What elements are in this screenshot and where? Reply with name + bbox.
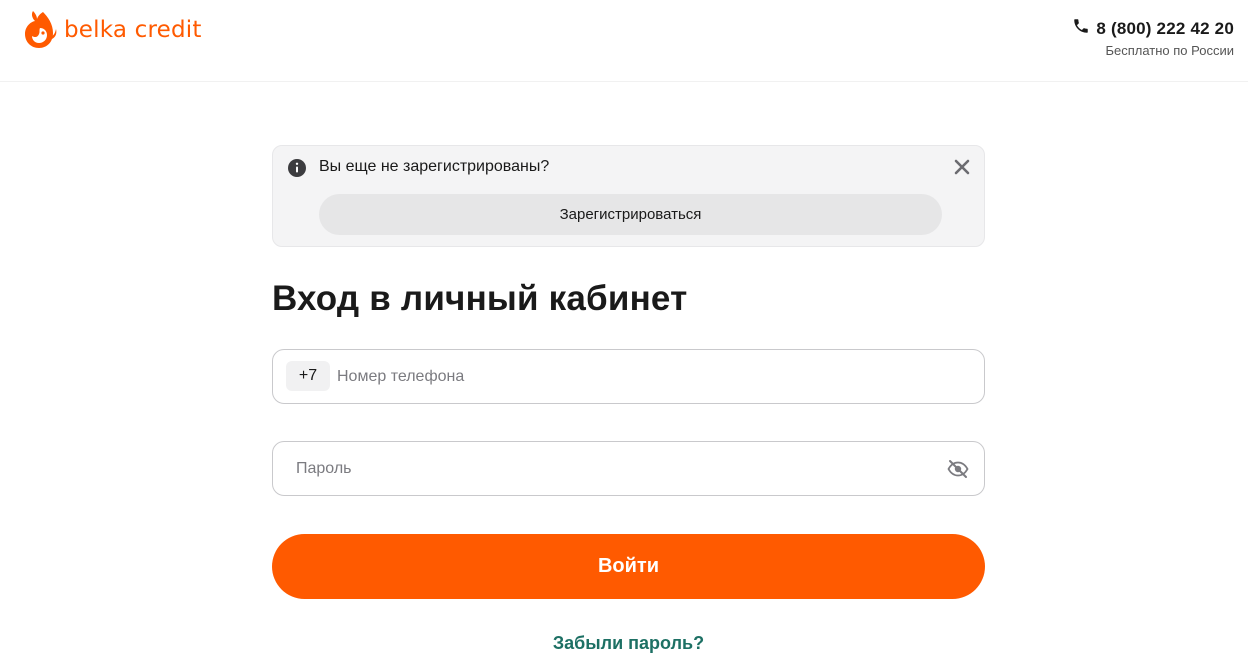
phone-number: 8 (800) 222 42 20 <box>1096 18 1234 38</box>
site-header: belka credit 8 (800) 222 42 20 Бесплатно… <box>0 0 1248 82</box>
phone-icon <box>1072 17 1090 40</box>
phone-caption: Бесплатно по России <box>1105 43 1234 58</box>
page-title: Вход в личный кабинет <box>272 279 688 318</box>
phone-field: +7 <box>272 349 985 404</box>
eye-off-icon[interactable] <box>947 459 969 484</box>
info-icon <box>287 158 307 183</box>
login-button[interactable]: Войти <box>272 534 985 599</box>
forgot-password-link[interactable]: Забыли пароль? <box>272 633 985 654</box>
registration-notice: Вы еще не зарегистрированы? Зарегистриро… <box>272 145 985 247</box>
close-icon[interactable] <box>953 158 971 181</box>
squirrel-logo-icon <box>22 9 58 51</box>
contact-block: 8 (800) 222 42 20 Бесплатно по России <box>1072 17 1234 58</box>
password-input[interactable] <box>294 442 932 495</box>
password-field <box>272 441 985 496</box>
phone-prefix: +7 <box>286 361 330 391</box>
register-button[interactable]: Зарегистрироваться <box>319 194 942 235</box>
phone-input[interactable] <box>335 350 968 403</box>
logo-text: belka credit <box>64 17 202 43</box>
notice-text: Вы еще не зарегистрированы? <box>319 158 550 175</box>
phone-link[interactable]: 8 (800) 222 42 20 <box>1072 17 1234 40</box>
logo[interactable]: belka credit <box>22 9 202 51</box>
